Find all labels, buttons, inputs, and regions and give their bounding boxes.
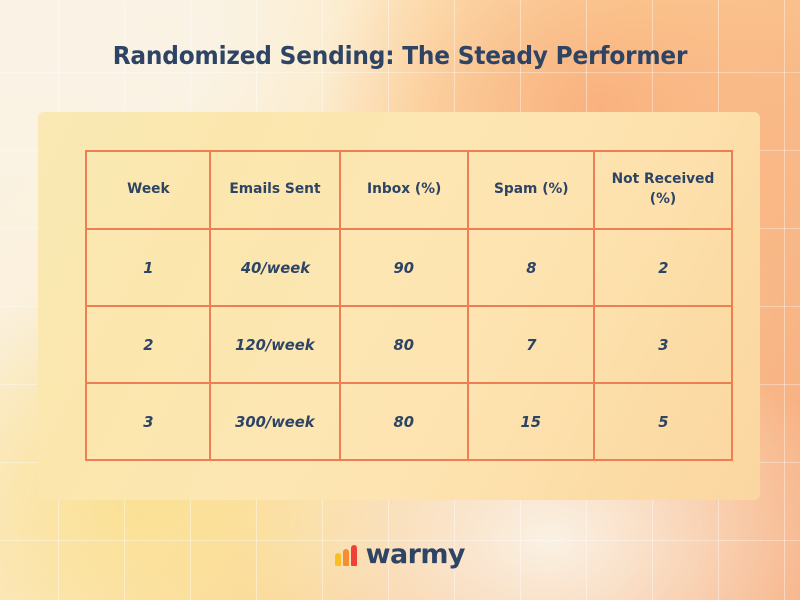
cell-spam: 8 [467,228,595,307]
cell-not-received-value: 2 [657,258,669,277]
cell-week: 1 [85,228,211,307]
cell-inbox-value: 90 [393,258,415,277]
column-header-inbox-label: Inbox (%) [366,181,442,198]
column-header-week: Week [85,150,211,230]
cell-inbox: 90 [339,228,469,307]
cell-not-received: 5 [593,382,733,461]
table-row: 2 120/week 80 7 3 [85,305,733,384]
column-header-week-label: Week [126,181,170,198]
cell-week-value: 3 [142,412,154,431]
cell-not-received: 2 [593,228,733,307]
logo-bar-red [351,544,357,566]
cell-not-received-value: 3 [657,335,669,354]
cell-week: 3 [85,382,211,461]
cell-not-received-value: 5 [657,412,669,431]
cell-spam: 7 [467,305,595,384]
cell-emails-sent-value: 40/week [240,258,310,277]
cell-inbox-value: 80 [393,412,415,431]
cell-inbox-value: 80 [393,335,415,354]
cell-week-value: 2 [142,335,154,354]
logo-bar-orange [343,548,349,566]
cell-emails-sent-value: 300/week [235,412,315,431]
slide-canvas: Randomized Sending: The Steady Performer… [0,0,800,600]
page-title: Randomized Sending: The Steady Performer [112,41,688,70]
column-header-emails-sent: Emails Sent [209,150,341,230]
table-row: 3 300/week 80 15 5 [85,382,733,461]
column-header-inbox: Inbox (%) [339,150,469,230]
warmy-bars-icon [335,544,357,566]
cell-spam: 15 [467,382,595,461]
column-header-spam-label: Spam (%) [493,181,569,198]
warmy-logo-text: warmy [365,539,466,570]
column-header-not-received: Not Received (%) [593,150,733,230]
table-row: 1 40/week 90 8 2 [85,228,733,307]
column-header-not-received-label: Not Received (%) [611,171,715,207]
cell-emails-sent: 120/week [209,305,341,384]
cell-inbox: 80 [339,382,469,461]
warmy-logo: warmy [0,539,800,570]
results-table: Week Emails Sent Inbox (%) Spam (%) Not … [85,150,733,461]
cell-emails-sent-value: 120/week [235,335,315,354]
logo-bar-yellow [335,552,341,566]
cell-emails-sent: 300/week [209,382,341,461]
cell-week-value: 1 [142,258,154,277]
cell-spam-value: 15 [520,412,542,431]
cell-spam-value: 7 [525,335,537,354]
cell-inbox: 80 [339,305,469,384]
cell-not-received: 3 [593,305,733,384]
column-header-spam: Spam (%) [467,150,595,230]
table-header-row: Week Emails Sent Inbox (%) Spam (%) Not … [85,150,733,230]
cell-week: 2 [85,305,211,384]
cell-emails-sent: 40/week [209,228,341,307]
cell-spam-value: 8 [525,258,537,277]
column-header-emails-sent-label: Emails Sent [229,181,321,198]
